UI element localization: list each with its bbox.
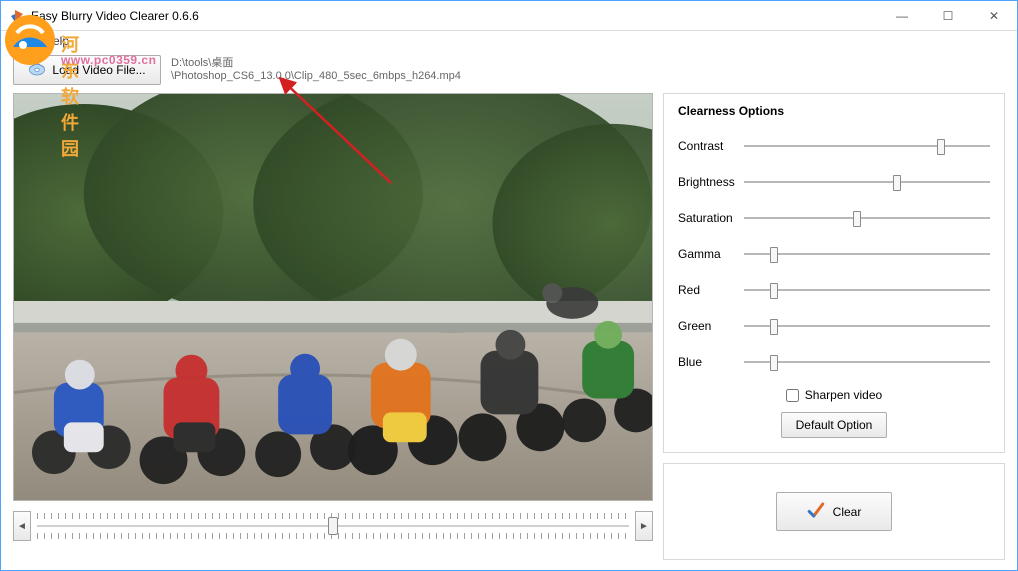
blue-slider[interactable] <box>744 353 990 371</box>
gamma-slider[interactable] <box>744 245 990 263</box>
green-slider-thumb[interactable] <box>770 319 778 335</box>
clear-button[interactable]: Clear <box>776 492 893 531</box>
close-button[interactable]: ✕ <box>971 1 1017 30</box>
slider-label-gamma: Gamma <box>678 247 744 261</box>
load-video-label: Load Video File... <box>52 63 145 77</box>
slider-row-saturation: Saturation <box>678 200 990 236</box>
green-slider[interactable] <box>744 317 990 335</box>
red-slider[interactable] <box>744 281 990 299</box>
timeline-step-back-button[interactable]: ◄ <box>13 511 31 541</box>
timeline-thumb[interactable] <box>328 517 338 535</box>
blue-slider-thumb[interactable] <box>770 355 778 371</box>
title-bar: Easy Blurry Video Clearer 0.6.6 — ☐ ✕ <box>1 1 1017 31</box>
slider-label-blue: Blue <box>678 355 744 369</box>
minimize-button[interactable]: — <box>879 1 925 30</box>
menu-help[interactable]: Help <box>44 34 69 48</box>
timeline: ◄ ► <box>13 511 653 541</box>
slider-label-contrast: Contrast <box>678 139 744 153</box>
slider-row-blue: Blue <box>678 344 990 380</box>
slider-label-green: Green <box>678 319 744 333</box>
gamma-slider-thumb[interactable] <box>770 247 778 263</box>
slider-row-red: Red <box>678 272 990 308</box>
clear-button-label: Clear <box>833 505 862 519</box>
menu-file[interactable]: File <box>11 34 30 48</box>
file-path-line2: \Photoshop_CS6_13.0.0\Clip_480_5sec_6mbp… <box>171 70 461 83</box>
contrast-slider-thumb[interactable] <box>937 139 945 155</box>
checkmark-icon <box>807 501 825 522</box>
contrast-slider[interactable] <box>744 137 990 155</box>
video-frame-image <box>14 94 652 500</box>
video-preview[interactable] <box>13 93 653 501</box>
brightness-slider[interactable] <box>744 173 990 191</box>
timeline-step-forward-button[interactable]: ► <box>635 511 653 541</box>
default-option-button[interactable]: Default Option <box>781 412 888 438</box>
disc-icon <box>28 60 46 81</box>
brightness-slider-thumb[interactable] <box>893 175 901 191</box>
load-video-button[interactable]: Load Video File... <box>13 55 161 85</box>
menu-bar: File Help <box>1 31 1017 51</box>
saturation-slider-thumb[interactable] <box>853 211 861 227</box>
saturation-slider[interactable] <box>744 209 990 227</box>
slider-row-green: Green <box>678 308 990 344</box>
slider-row-brightness: Brightness <box>678 164 990 200</box>
file-path-line1: D:\tools\桌面 <box>171 57 461 70</box>
sharpen-video-label[interactable]: Sharpen video <box>805 388 882 402</box>
slider-label-brightness: Brightness <box>678 175 744 189</box>
app-icon <box>9 8 25 24</box>
slider-label-red: Red <box>678 283 744 297</box>
clearness-options-panel: Clearness Options Contrast Brightness Satu… <box>663 93 1005 453</box>
timeline-slider[interactable] <box>37 511 629 541</box>
slider-row-contrast: Contrast <box>678 128 990 164</box>
maximize-button[interactable]: ☐ <box>925 1 971 30</box>
red-slider-thumb[interactable] <box>770 283 778 299</box>
slider-label-saturation: Saturation <box>678 211 744 225</box>
slider-row-gamma: Gamma <box>678 236 990 272</box>
window-title: Easy Blurry Video Clearer 0.6.6 <box>31 9 879 23</box>
clearness-options-title: Clearness Options <box>678 104 990 118</box>
clear-panel: Clear <box>663 463 1005 560</box>
file-path: D:\tools\桌面 \Photoshop_CS6_13.0.0\Clip_4… <box>171 57 461 83</box>
sharpen-video-checkbox[interactable] <box>786 389 799 402</box>
